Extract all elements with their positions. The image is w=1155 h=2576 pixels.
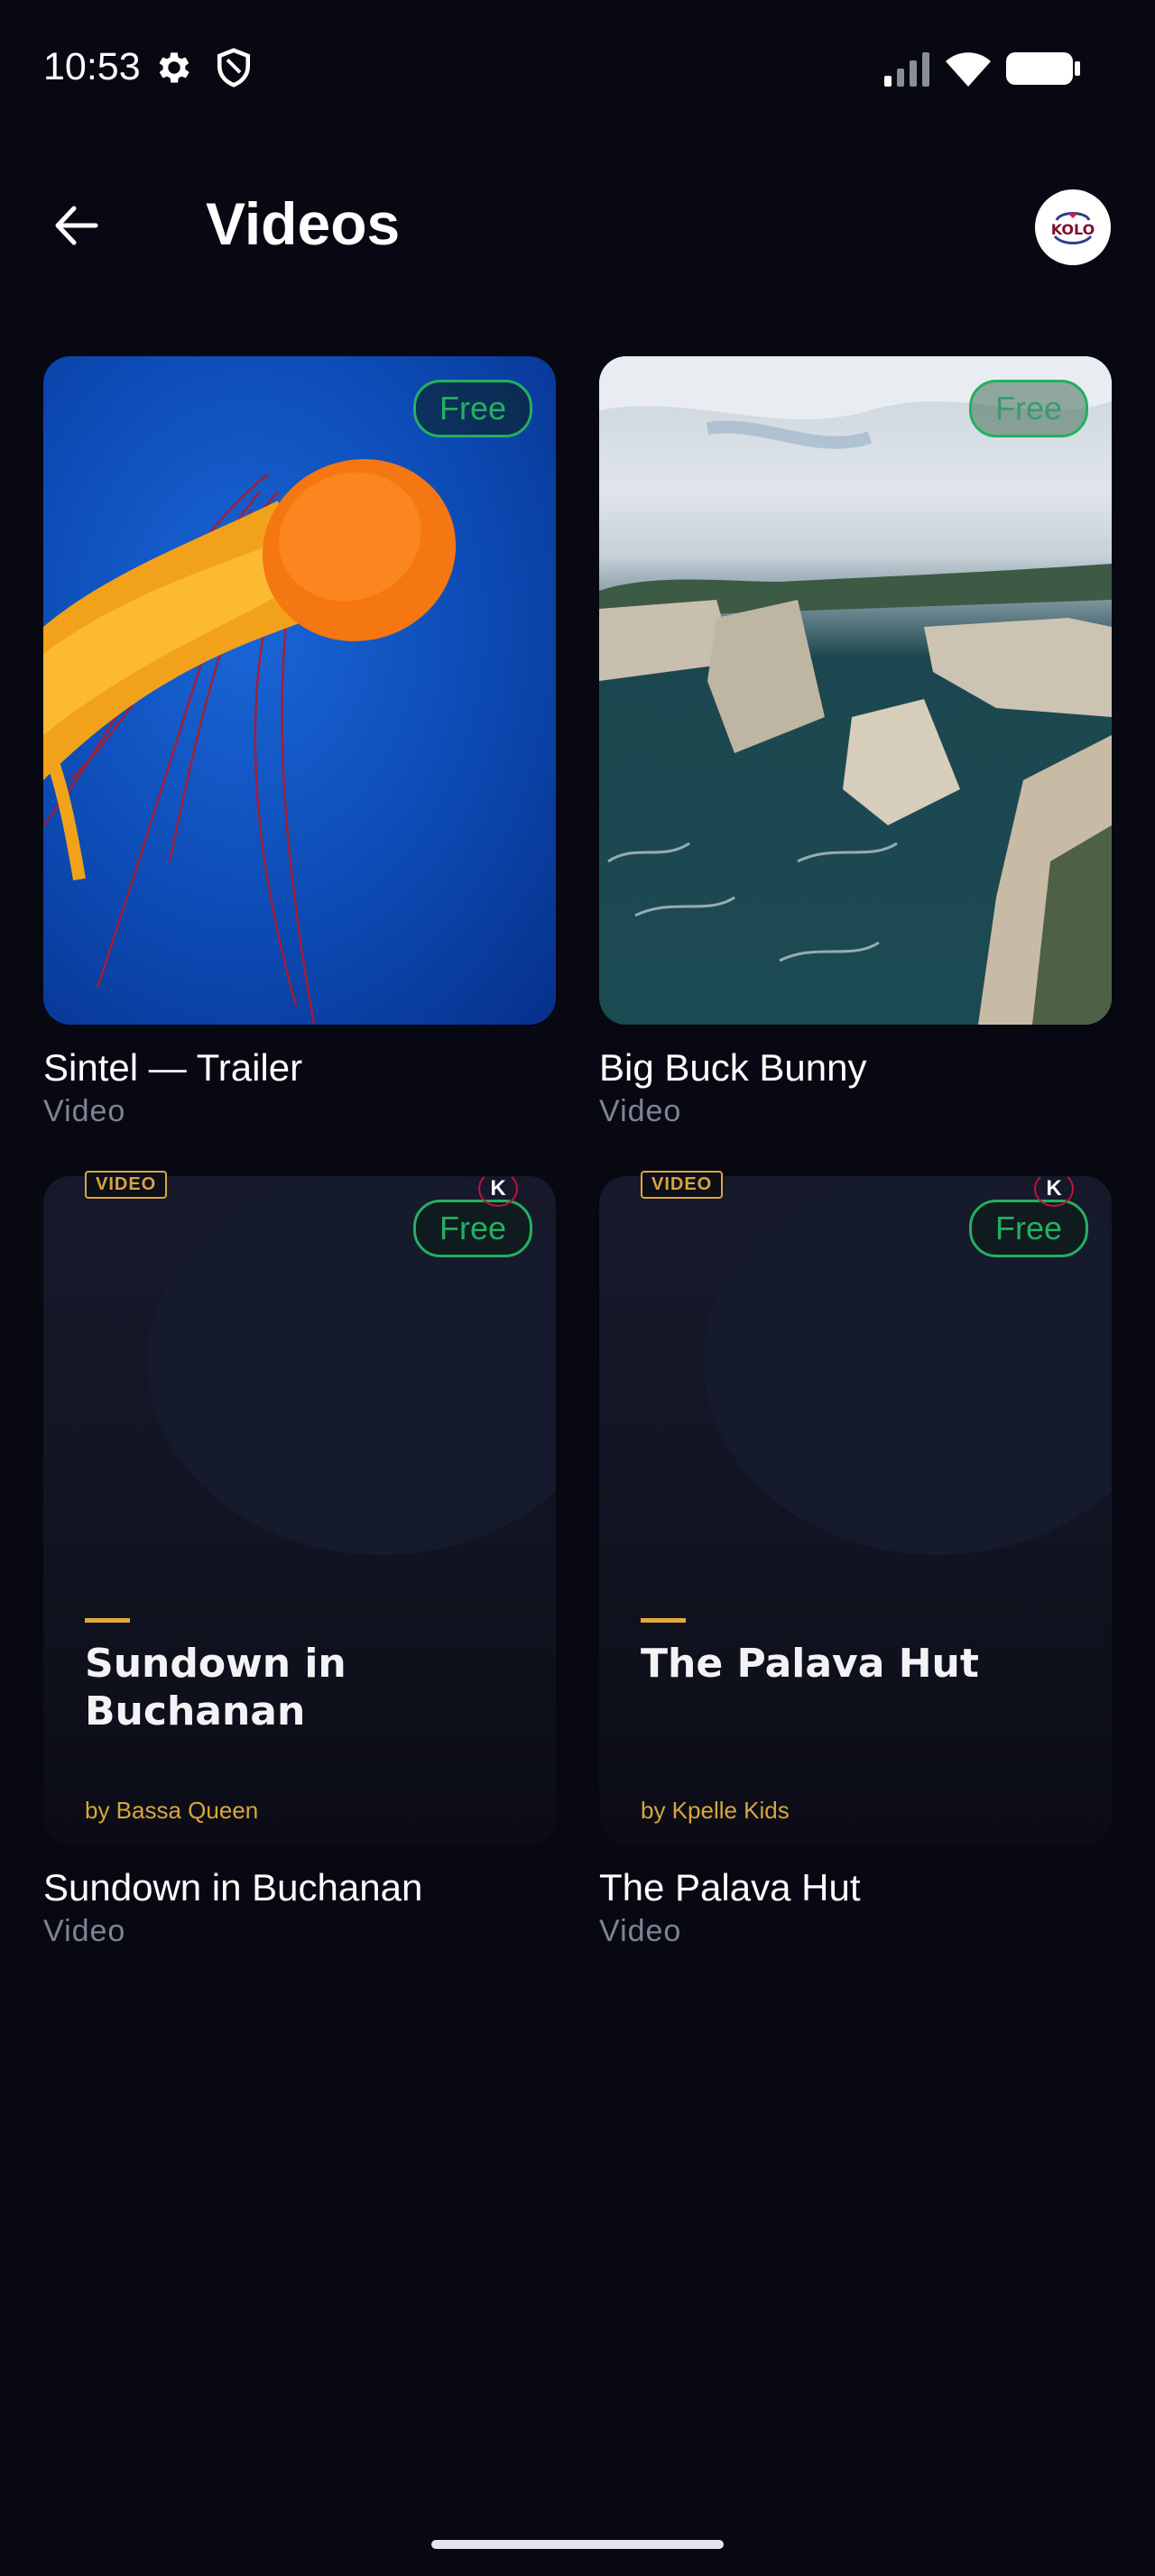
video-tag: VIDEO [85,1171,168,1199]
avatar[interactable]: KOLO [1035,189,1111,265]
poster-byline: by Bassa Queen [85,1797,259,1824]
video-type: Video [599,1094,682,1128]
k-logo-icon: K [478,1171,518,1207]
video-poster[interactable]: The Palava Hut by Kpelle Kids Free [599,1176,1112,1845]
back-arrow-icon[interactable] [45,194,108,257]
video-type: Video [599,1914,682,1948]
status-time: 10:53 [43,45,141,88]
k-logo-icon: K [1034,1171,1074,1207]
free-badge: Free [968,1200,1088,1257]
poster-title: Sundown in Buchanan [85,1641,346,1734]
shield-icon [217,48,251,87]
kolo-logo-icon: KOLO [1037,191,1109,263]
wifi-icon [946,52,991,87]
video-type: Video [43,1094,126,1128]
page-title: Videos [206,190,401,257]
video-thumbnail[interactable]: Free [43,356,556,1025]
free-badge: Free [968,380,1088,437]
free-badge: Free [412,380,532,437]
video-poster[interactable]: Sundown in Buchanan by Bassa Queen Free [43,1176,556,1845]
poster-accent-bar [85,1618,130,1623]
poster-title: The Palava Hut [641,1641,979,1687]
poster-accent-bar [641,1618,686,1623]
video-title[interactable]: Sintel — Trailer [43,1046,302,1090]
status-bar: 10:53 [0,0,1155,135]
video-thumbnail[interactable]: Free [599,356,1112,1025]
video-title[interactable]: The Palava Hut [599,1866,861,1909]
video-title[interactable]: Big Buck Bunny [599,1046,867,1090]
video-tag: VIDEO [641,1171,724,1199]
jellyfish-image [43,459,457,1025]
svg-text:KOLO: KOLO [1051,221,1095,238]
signal-icon [884,52,929,87]
free-badge: Free [412,1200,532,1257]
video-title[interactable]: Sundown in Buchanan [43,1866,422,1909]
home-indicator[interactable] [431,2540,724,2549]
gear-icon [159,52,189,83]
poster-byline: by Kpelle Kids [641,1797,790,1824]
battery-icon [1006,52,1080,85]
video-type: Video [43,1914,126,1948]
coastal-cliffs-image [599,356,1112,1025]
